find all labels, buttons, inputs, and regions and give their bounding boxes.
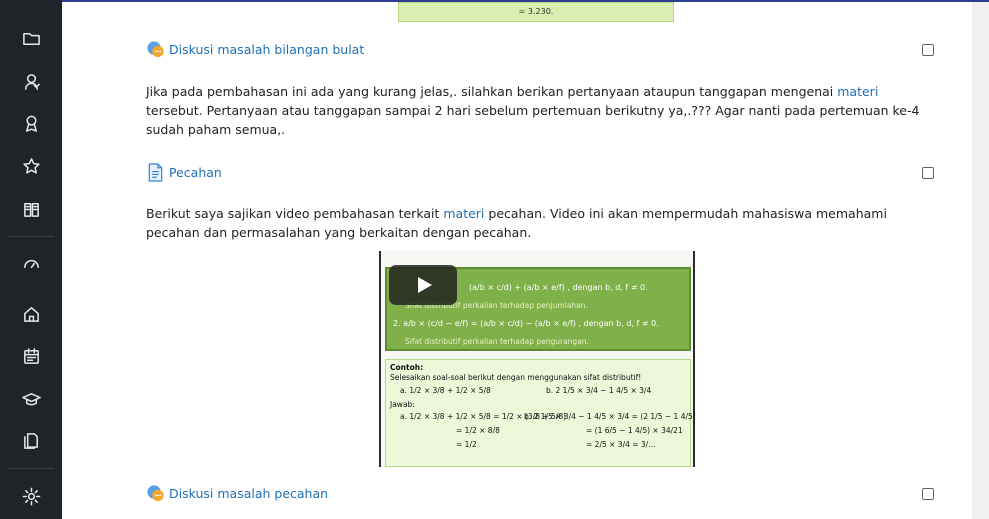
file-page-icon [146,163,165,182]
jawab-a-2: = 1/2 × 8/8 [456,426,500,435]
folder-icon[interactable] [0,18,62,58]
video-player[interactable]: (a/b × c/d) + (a/b × e/f) , dengan b, d,… [379,251,695,467]
forum-chat-icon [146,484,165,503]
play-icon [417,277,432,293]
contoh-title: Contoh: [390,363,424,372]
jawab-label: Jawab: [390,400,415,409]
dashboard-gauge-icon[interactable] [0,243,62,283]
scrollbar[interactable] [972,2,989,519]
graduation-cap-icon[interactable] [0,379,62,419]
contoh-instruction: Selesaikan soal-soal berikut dengan meng… [390,373,642,382]
star-icon[interactable] [0,146,62,186]
calendar-icon[interactable] [0,336,62,376]
play-button[interactable] [389,265,457,305]
activity-title[interactable]: Diskusi masalah pecahan [169,486,328,501]
book-icon[interactable] [0,189,62,229]
materi-link[interactable]: materi [443,206,484,221]
user-badge-icon[interactable] [0,61,62,101]
jawab-b-2: = (1 6/5 − 1 4/5) × 34/21 [586,426,683,435]
activity-forum-bilangan-bulat[interactable]: Diskusi masalah bilangan bulat [146,40,364,59]
activity-title[interactable]: Pecahan [169,165,222,180]
jawab-b-1: b. 2 1/5 × 3/4 − 1 4/5 × 3/4 = (2 1/5 − … [524,412,695,421]
materi-link[interactable]: materi [837,84,878,99]
settings-gear-icon[interactable] [0,476,62,516]
video-slide-example: Contoh: Selesaikan soal-soal berikut den… [385,359,693,467]
home-icon[interactable] [0,294,62,334]
jawab-b-3: = 2/5 × 3/4 = 3/... [586,440,656,449]
jawab-a-3: = 1/2 [456,440,477,449]
slide-caption-2: Sifat distributif perkalian terhadap pen… [405,337,589,346]
completion-checkbox[interactable] [922,44,934,56]
completion-checkbox[interactable] [922,167,934,179]
pecahan-description: Berikut saya sajikan video pembahasan te… [146,206,887,240]
left-sidebar [0,0,62,519]
activity-page-pecahan[interactable]: Pecahan [146,163,222,182]
slide-formula-2: 2. a/b × (c/d − e/f) = (a/b × c/d) − (a/… [393,319,659,328]
documents-icon[interactable] [0,420,62,460]
activity-title[interactable]: Diskusi masalah bilangan bulat [169,42,364,57]
forum-chat-icon [146,40,165,59]
soal-b: b. 2 1/5 × 3/4 − 1 4/5 × 3/4 [546,386,652,395]
award-icon[interactable] [0,103,62,143]
slide-formula-1: (a/b × c/d) + (a/b × e/f) , dengan b, d,… [469,283,648,292]
discussion-description: Jika pada pembahasan ini ada yang kurang… [146,84,920,137]
activity-forum-pecahan[interactable]: Diskusi masalah pecahan [146,484,328,503]
soal-a: a. 1/2 × 3/8 + 1/2 × 5/8 [400,386,491,395]
completion-checkbox[interactable] [922,488,934,500]
previous-content-fragment: = 3.230. [398,2,674,22]
